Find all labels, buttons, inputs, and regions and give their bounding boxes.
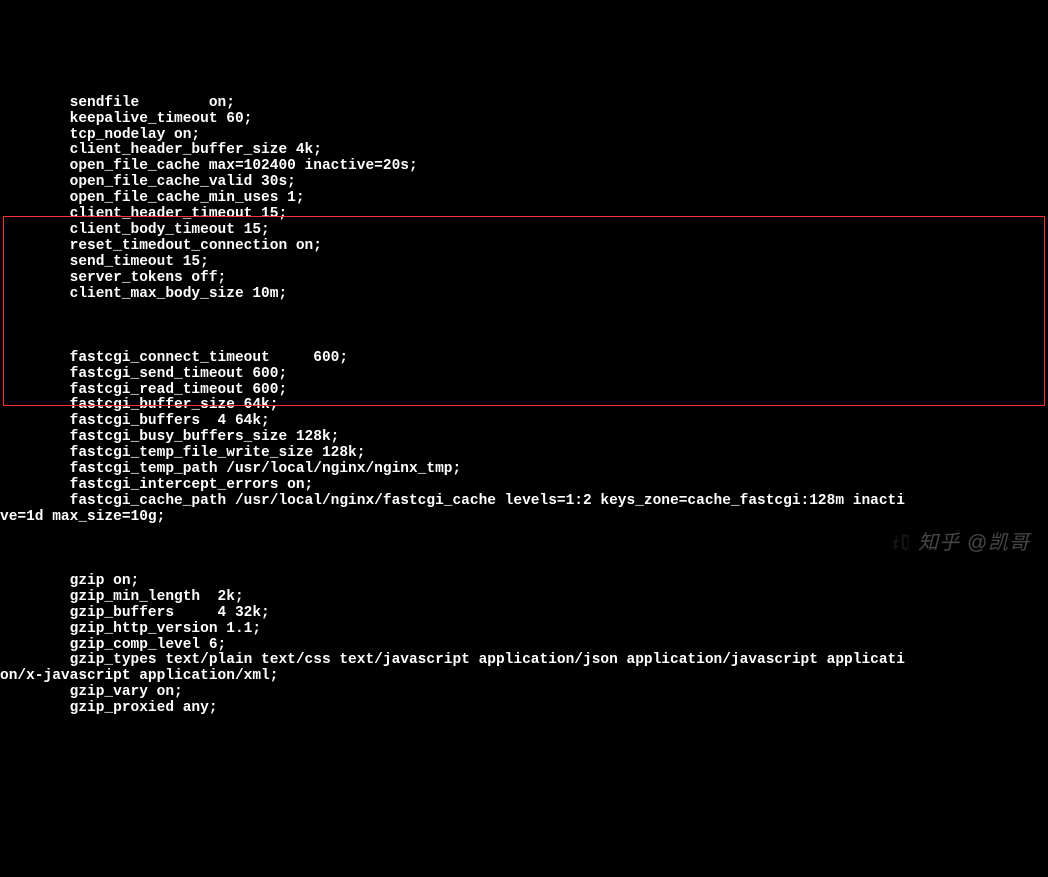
config-line: on/x-javascript application/xml; <box>0 669 1048 685</box>
config-line: send_timeout 15; <box>0 255 1048 271</box>
config-block-gzip: gzip on; gzip_min_length 2k; gzip_buffer… <box>0 558 1048 717</box>
config-block-fastcgi: fastcgi_connect_timeout 600; fastcgi_sen… <box>0 335 1048 526</box>
config-line: sendfile on; <box>0 96 1048 112</box>
zhihu-icon <box>890 532 912 554</box>
config-line: fastcgi_cache_path /usr/local/nginx/fast… <box>0 494 1048 510</box>
config-line: fastcgi_connect_timeout 600; <box>0 351 1048 367</box>
config-line: fastcgi_temp_file_write_size 128k; <box>0 446 1048 462</box>
config-line: keepalive_timeout 60; <box>0 112 1048 128</box>
config-line: open_file_cache_min_uses 1; <box>0 191 1048 207</box>
config-line: client_header_buffer_size 4k; <box>0 143 1048 159</box>
config-line: gzip_buffers 4 32k; <box>0 606 1048 622</box>
config-line <box>0 558 1048 574</box>
terminal-output: sendfile on; keepalive_timeout 60; tcp_n… <box>0 64 1048 733</box>
config-line: ve=1d max_size=10g; <box>0 510 1048 526</box>
config-line: gzip_http_version 1.1; <box>0 622 1048 638</box>
watermark-text: 知乎 @凯哥 <box>918 532 1030 554</box>
config-line: client_max_body_size 10m; <box>0 287 1048 303</box>
config-line: fastcgi_temp_path /usr/local/nginx/nginx… <box>0 462 1048 478</box>
config-block-general: sendfile on; keepalive_timeout 60; tcp_n… <box>0 96 1048 303</box>
watermark: 知乎 @凯哥 <box>890 532 1030 554</box>
config-line: gzip_types text/plain text/css text/java… <box>0 653 1048 669</box>
config-line: client_header_timeout 15; <box>0 207 1048 223</box>
config-line: gzip_vary on; <box>0 685 1048 701</box>
config-line: fastcgi_intercept_errors on; <box>0 478 1048 494</box>
config-line: fastcgi_send_timeout 600; <box>0 367 1048 383</box>
config-line: server_tokens off; <box>0 271 1048 287</box>
config-line: gzip_min_length 2k; <box>0 590 1048 606</box>
config-line: gzip on; <box>0 574 1048 590</box>
config-line: client_body_timeout 15; <box>0 223 1048 239</box>
config-line <box>0 335 1048 351</box>
config-line: reset_timedout_connection on; <box>0 239 1048 255</box>
config-line: open_file_cache max=102400 inactive=20s; <box>0 159 1048 175</box>
config-line: gzip_proxied any; <box>0 701 1048 717</box>
config-line: gzip_comp_level 6; <box>0 638 1048 654</box>
config-line: fastcgi_busy_buffers_size 128k; <box>0 430 1048 446</box>
config-line: fastcgi_buffer_size 64k; <box>0 398 1048 414</box>
config-line: fastcgi_read_timeout 600; <box>0 383 1048 399</box>
config-line: open_file_cache_valid 30s; <box>0 175 1048 191</box>
config-line: tcp_nodelay on; <box>0 128 1048 144</box>
config-line: fastcgi_buffers 4 64k; <box>0 414 1048 430</box>
